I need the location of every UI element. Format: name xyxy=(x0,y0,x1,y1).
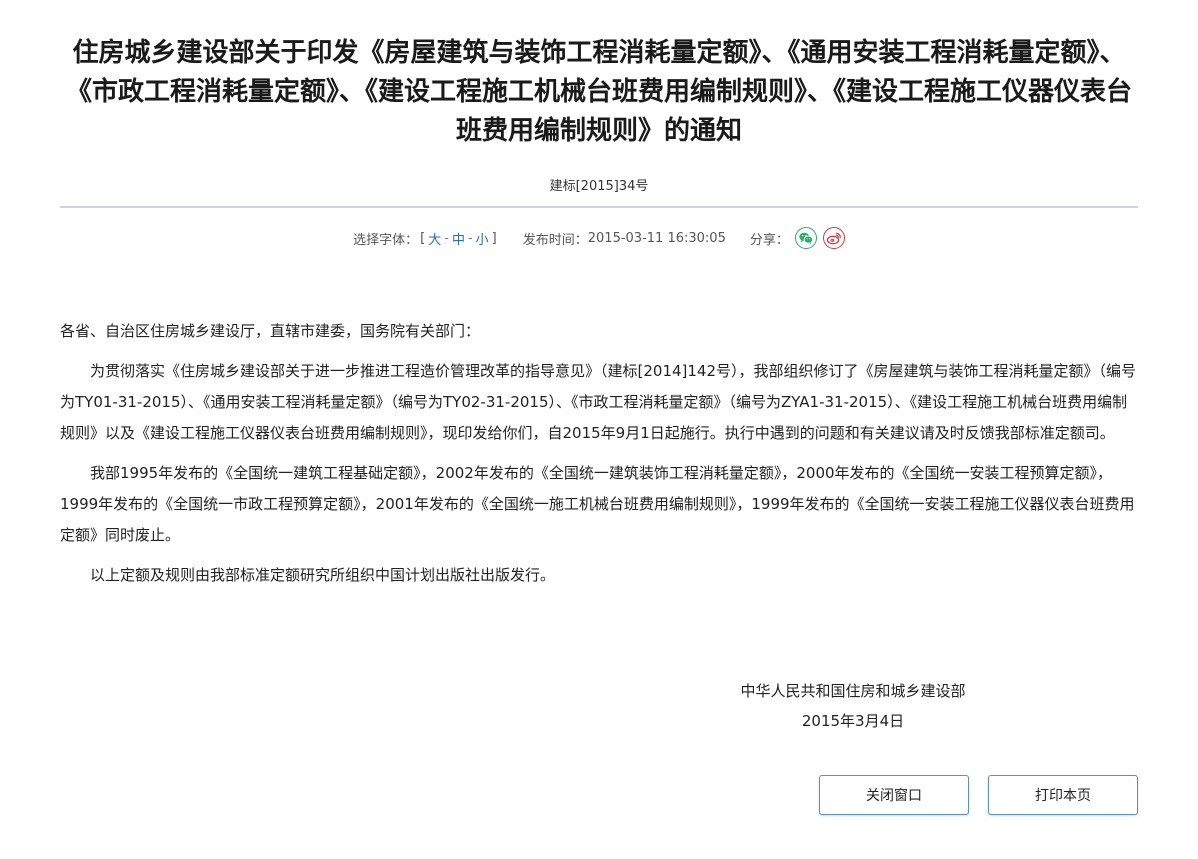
salutation: 各省、自治区住房城乡建设厅，直辖市建委，国务院有关部门： xyxy=(60,322,481,340)
font-size-separator: - xyxy=(444,230,449,246)
body-paragraph: 我部1995年发布的《全国统一建筑工程基础定额》，2002年发布的《全国统一建筑… xyxy=(60,464,1135,544)
signature-org: 中华人民共和国住房和城乡建设部 xyxy=(740,682,966,700)
bracket-open: [ xyxy=(420,230,426,246)
bracket-close: ] xyxy=(491,230,497,246)
wechat-icon[interactable] xyxy=(794,227,817,249)
title-divider xyxy=(60,206,1138,208)
signature-block: 中华人民共和国住房和城乡建设部 2015年3月4日 xyxy=(700,676,1006,736)
share-bar: 分享： xyxy=(750,227,845,249)
article-body: 各省、自治区住房城乡建设厅，直辖市建委，国务院有关部门： 为贯彻落实《住房城乡建… xyxy=(60,316,1138,600)
meta-bar: 选择字体： [ 大 - 中 - 小 ] 发布时间： 2015-03-11 16:… xyxy=(60,226,1138,250)
share-label: 分享： xyxy=(749,232,789,248)
page-title: 住房城乡建设部关于印发《房屋建筑与装饰工程消耗量定额》、《通用安装工程消耗量定额… xyxy=(65,38,1132,146)
body-paragraph: 为贯彻落实《住房城乡建设部关于进一步推进工程造价管理改革的指导意见》（建标[20… xyxy=(60,362,1137,442)
signature-date: 2015年3月4日 xyxy=(801,712,905,730)
font-size-selector: 选择字体： [ 大 - 中 - 小 ] xyxy=(353,229,499,248)
weibo-icon[interactable] xyxy=(822,227,845,249)
close-window-button[interactable]: 关闭窗口 xyxy=(819,775,969,815)
publish-time-label: 发布时间： xyxy=(522,232,588,248)
font-size-medium-link[interactable]: 中 xyxy=(451,229,466,248)
font-size-small-link[interactable]: 小 xyxy=(475,229,490,248)
document-number: 建标[2015]34号 xyxy=(549,179,649,194)
font-select-label: 选择字体： xyxy=(353,232,419,248)
font-size-large-link[interactable]: 大 xyxy=(427,229,442,248)
publish-time: 发布时间： 2015-03-11 16:30:05 xyxy=(523,229,726,248)
font-size-separator: - xyxy=(467,230,473,246)
print-page-button[interactable]: 打印本页 xyxy=(988,775,1138,815)
body-paragraph: 以上定额及规则由我部标准定额研究所组织中国计划出版社出版发行。 xyxy=(90,566,556,584)
publish-time-value: 2015-03-11 16:30:05 xyxy=(587,230,726,246)
